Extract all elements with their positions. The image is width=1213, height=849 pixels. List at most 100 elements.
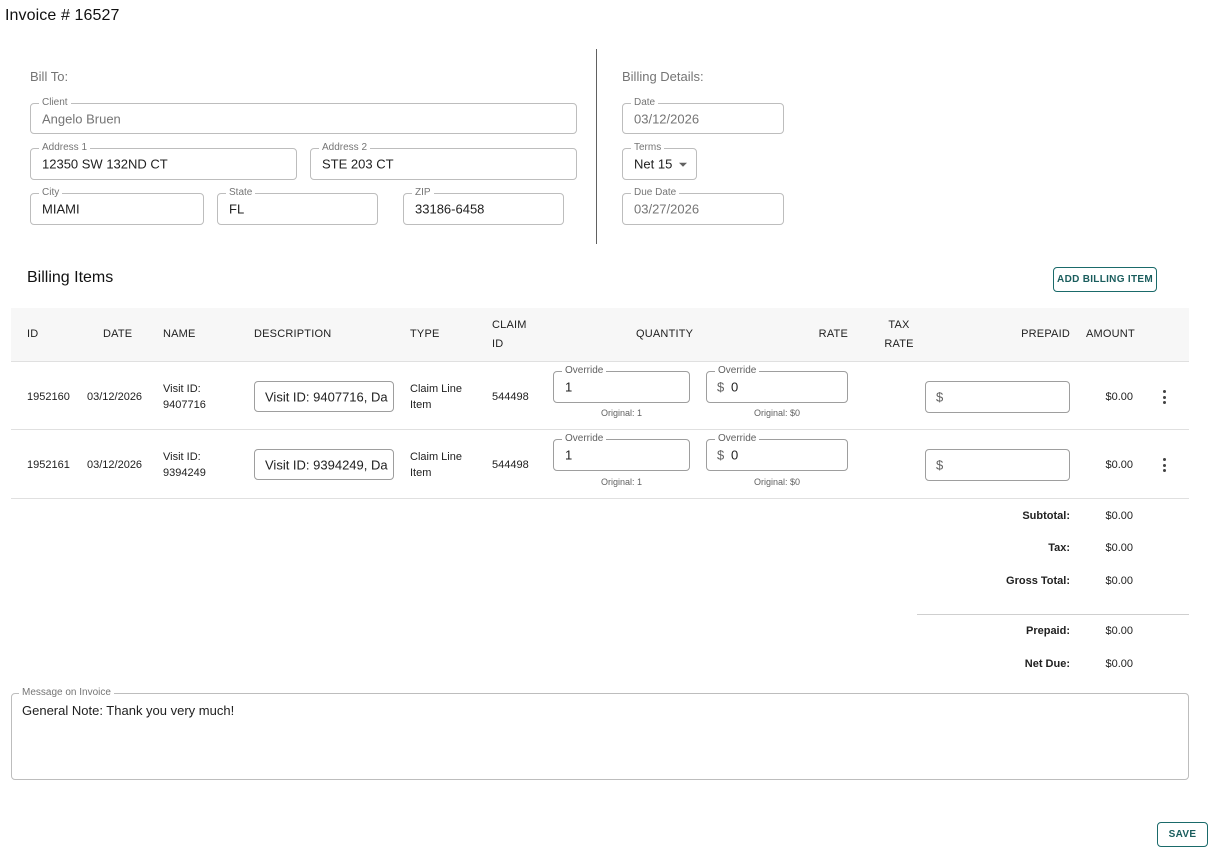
quantity-original: Original: 1	[600, 477, 643, 487]
quantity-override-label: Override	[562, 365, 607, 377]
billing-details-label: Billing Details:	[622, 69, 704, 84]
client-field[interactable]: Client Angelo Bruen	[30, 97, 577, 134]
address1-value: 12350 SW 132ND CT	[42, 156, 168, 172]
row-type: Claim Line Item	[410, 381, 462, 413]
date-value: 03/12/2026	[634, 111, 700, 126]
zip-value: 33186-6458	[415, 201, 485, 217]
row-date: 03/12/2026	[87, 459, 143, 471]
table-row: 1952160 03/12/2026 Visit ID: 9407716 Vis…	[11, 362, 1189, 430]
due-date-field-label: Due Date	[631, 187, 680, 199]
row-name-line1: Visit ID:	[163, 383, 201, 395]
net-due-label: Net Due:	[1024, 658, 1070, 670]
column-header-date[interactable]: DATE	[103, 325, 132, 344]
quantity-original: Original: 1	[600, 408, 643, 418]
address1-field[interactable]: Address 1 12350 SW 132ND CT	[30, 142, 297, 180]
column-header-amount[interactable]: AMOUNT	[1086, 325, 1135, 344]
column-header-description[interactable]: DESCRIPTION	[254, 325, 331, 344]
zip-field[interactable]: ZIP 33186-6458	[403, 187, 564, 225]
row-id: 1952161	[27, 459, 70, 471]
column-header-prepaid[interactable]: PREPAID	[1006, 325, 1070, 344]
row-claim-id: 544498	[492, 391, 529, 403]
rate-override-input[interactable]: Override $ 0	[706, 365, 848, 403]
date-field-label: Date	[631, 97, 659, 109]
subtotal-label: Subtotal:	[1022, 510, 1070, 522]
quantity-override-input[interactable]: Override 1	[553, 365, 690, 403]
column-header-rate[interactable]: RATE	[791, 325, 848, 344]
quantity-override-label: Override	[562, 433, 607, 445]
rate-value: 0	[731, 447, 739, 463]
row-id: 1952160	[27, 391, 70, 403]
rate-currency-prefix: $	[717, 447, 725, 463]
description-input[interactable]: Visit ID: 9407716, Da	[254, 381, 394, 412]
row-amount: $0.00	[1105, 459, 1133, 471]
column-header-id[interactable]: ID	[27, 325, 38, 344]
gross-total-label: Gross Total:	[1006, 575, 1070, 587]
add-billing-item-button[interactable]: ADD BILLING ITEM	[1053, 267, 1157, 292]
section-divider	[596, 49, 597, 244]
rate-value: 0	[731, 379, 739, 395]
quantity-value: 1	[565, 379, 573, 395]
billing-items-heading: Billing Items	[27, 269, 114, 286]
rate-override-label: Override	[715, 433, 760, 445]
terms-value: Net 15	[634, 156, 673, 172]
client-field-label: Client	[39, 97, 71, 109]
due-date-field[interactable]: Due Date 03/27/2026	[622, 187, 784, 225]
invoice-title: Invoice # 16527	[5, 7, 120, 24]
rate-override-label: Override	[715, 365, 760, 377]
column-header-type[interactable]: TYPE	[410, 325, 440, 344]
tax-label: Tax:	[1048, 542, 1070, 554]
prepaid-input[interactable]: $	[925, 449, 1070, 481]
prepaid-currency-prefix: $	[936, 389, 944, 405]
column-header-name[interactable]: NAME	[163, 325, 196, 344]
column-header-tax-rate[interactable]: TAX RATE	[879, 316, 919, 354]
gross-total-value: $0.00	[1105, 575, 1133, 587]
address2-field[interactable]: Address 2 STE 203 CT	[310, 142, 577, 180]
description-value: Visit ID: 9407716, Da	[265, 389, 388, 404]
caret-down-icon	[679, 162, 687, 167]
address2-field-label: Address 2	[319, 142, 371, 154]
row-claim-id: 544498	[492, 459, 529, 471]
description-input[interactable]: Visit ID: 9394249, Da	[254, 449, 394, 480]
row-amount: $0.00	[1105, 391, 1133, 403]
address2-value: STE 203 CT	[322, 156, 394, 172]
message-field-label: Message on Invoice	[19, 687, 114, 699]
table-row: 1952161 03/12/2026 Visit ID: 9394249 Vis…	[11, 431, 1189, 499]
rate-currency-prefix: $	[717, 379, 725, 395]
city-field[interactable]: City MIAMI	[30, 187, 204, 225]
client-value: Angelo Bruen	[42, 111, 121, 126]
state-field-label: State	[226, 187, 256, 199]
prepaid-total-label: Prepaid:	[1025, 625, 1070, 637]
city-value: MIAMI	[42, 201, 80, 217]
prepaid-input[interactable]: $	[925, 381, 1070, 413]
rate-override-input[interactable]: Override $ 0	[706, 433, 848, 471]
due-date-value: 03/27/2026	[634, 201, 700, 217]
city-field-label: City	[39, 187, 63, 199]
table-header: ID DATE NAME DESCRIPTION TYPE CLAIM ID Q…	[11, 308, 1189, 362]
column-header-tax-rate-line1: TAX	[888, 319, 910, 331]
row-name: Visit ID: 9407716	[163, 381, 206, 413]
description-value: Visit ID: 9394249, Da	[265, 457, 388, 472]
address1-field-label: Address 1	[39, 142, 91, 154]
tax-value: $0.00	[1105, 542, 1133, 554]
state-field[interactable]: State FL	[217, 187, 378, 225]
column-header-quantity[interactable]: QUANTITY	[636, 325, 693, 344]
row-name-line1: Visit ID:	[163, 451, 201, 463]
row-type: Claim Line Item	[410, 449, 462, 481]
message-on-invoice-field[interactable]: Message on Invoice General Note: Thank y…	[11, 687, 1189, 780]
terms-select[interactable]: Terms Net 15	[622, 142, 697, 180]
save-button[interactable]: SAVE	[1157, 822, 1208, 847]
date-field[interactable]: Date 03/12/2026	[622, 97, 784, 134]
row-name-line2: 9407716	[163, 399, 206, 411]
zip-field-label: ZIP	[412, 187, 434, 199]
column-header-claim-id[interactable]: CLAIM ID	[492, 316, 527, 354]
row-type-line2: Item	[410, 467, 432, 479]
row-type-line1: Claim Line	[410, 383, 462, 395]
row-name: Visit ID: 9394249	[163, 449, 206, 481]
more-vert-icon[interactable]	[1158, 389, 1170, 405]
quantity-override-input[interactable]: Override 1	[553, 433, 690, 471]
bill-to-label: Bill To:	[30, 69, 69, 84]
more-vert-icon[interactable]	[1158, 457, 1170, 473]
row-name-line2: 9394249	[163, 467, 206, 479]
rate-original: Original: $0	[753, 408, 801, 418]
column-header-tax-rate-line2: RATE	[884, 338, 914, 350]
